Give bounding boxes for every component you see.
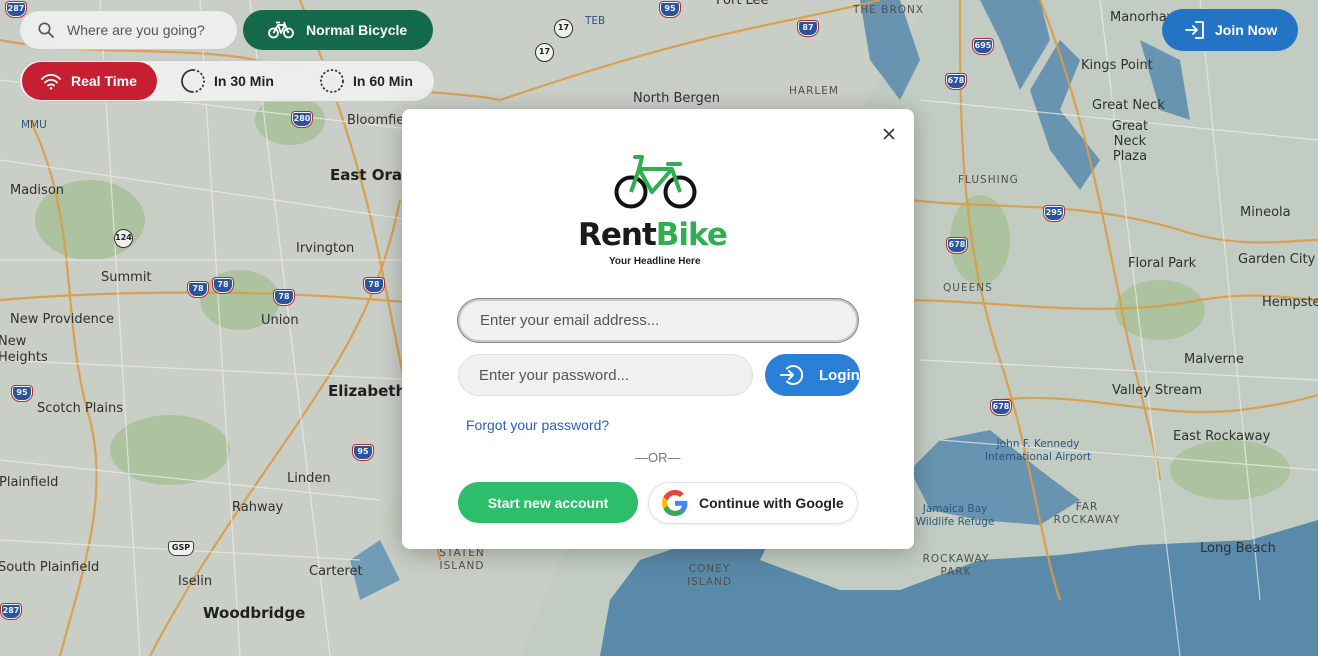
google-icon [662, 490, 688, 516]
search-icon [38, 22, 54, 38]
search-input[interactable] [67, 22, 227, 38]
join-now-label: Join Now [1215, 22, 1278, 38]
brand-bike: Bike [655, 217, 728, 253]
start-new-account-label: Start new account [487, 494, 609, 511]
login-modal: RentBike Your Headline Here Login Forgot… [402, 109, 914, 549]
login-label: Login [819, 366, 860, 384]
full-clock-icon [320, 69, 344, 93]
time-option-real-time[interactable]: Real Time [22, 62, 157, 100]
sign-in-icon [1185, 21, 1204, 39]
bicycle-icon [268, 21, 294, 39]
join-now-button[interactable]: Join Now [1162, 9, 1298, 51]
bike-type-button[interactable]: Normal Bicycle [243, 10, 433, 50]
time-option-label: Real Time [71, 73, 137, 89]
half-clock-icon [181, 69, 205, 93]
forgot-password-link[interactable]: Forgot your password? [466, 417, 609, 433]
time-option-60-min[interactable]: In 60 Min [319, 61, 413, 101]
start-new-account-button[interactable]: Start new account [458, 482, 638, 523]
email-field[interactable] [458, 299, 858, 342]
time-filter-group: Real Time In 30 Min In 60 Min [19, 60, 435, 102]
continue-with-google-button[interactable]: Continue with Google [648, 482, 858, 524]
search-bar[interactable] [19, 10, 238, 50]
or-divider: —OR— [635, 450, 681, 465]
rentbike-logo-icon [614, 155, 697, 209]
password-field[interactable] [458, 354, 753, 396]
login-button[interactable]: Login [765, 354, 860, 396]
brand-tagline: Your Headline Here [609, 256, 701, 267]
wifi-icon [41, 73, 61, 90]
time-option-30-min[interactable]: In 30 Min [180, 61, 274, 101]
brand-rent: Rent [578, 217, 657, 253]
time-option-label: In 60 Min [353, 73, 413, 89]
brand-name: RentBike [578, 217, 728, 253]
close-icon[interactable] [880, 125, 898, 143]
continue-with-google-label: Continue with Google [699, 495, 844, 511]
bike-type-label: Normal Bicycle [306, 22, 408, 38]
time-option-label: In 30 Min [214, 73, 274, 89]
login-icon [780, 365, 803, 385]
